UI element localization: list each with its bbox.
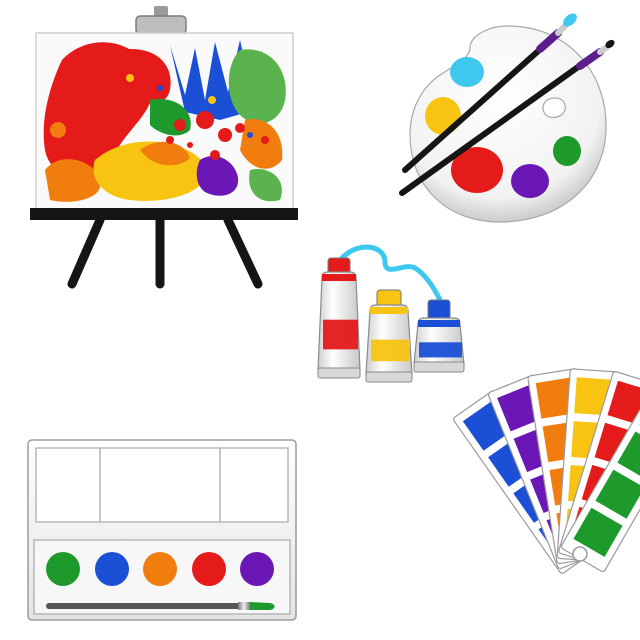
- paint-box-mixing-trays: [35, 447, 289, 523]
- paint-box-icon: [27, 439, 297, 621]
- art-supplies-scene: [27, 6, 640, 621]
- paint-well-cyan: [450, 57, 484, 87]
- paint-tube-yellow: [365, 289, 413, 383]
- paint-tube-blue: [413, 299, 465, 373]
- paintbrush-icon: [46, 602, 275, 610]
- easel-icon: [30, 6, 298, 289]
- painting-splashes: [43, 40, 286, 202]
- paint-well-purple: [511, 164, 549, 198]
- easel-clip: [135, 6, 187, 35]
- swatch-fan-pivot-hole: [572, 546, 588, 562]
- paint-well-green: [553, 136, 581, 166]
- paint-well-blue: [95, 552, 129, 586]
- paint-tube-icon: [317, 244, 465, 383]
- paint-well-green: [46, 552, 80, 586]
- palette-icon: [399, 13, 615, 223]
- paint-well-orange: [143, 552, 177, 586]
- paint-well-red: [192, 552, 226, 586]
- paint-tube-red: [317, 257, 361, 379]
- paint-well-purple: [240, 552, 274, 586]
- swatch-fan-icon: [453, 368, 640, 574]
- paint-well-yellow: [425, 97, 461, 135]
- easel-legs: [67, 215, 263, 289]
